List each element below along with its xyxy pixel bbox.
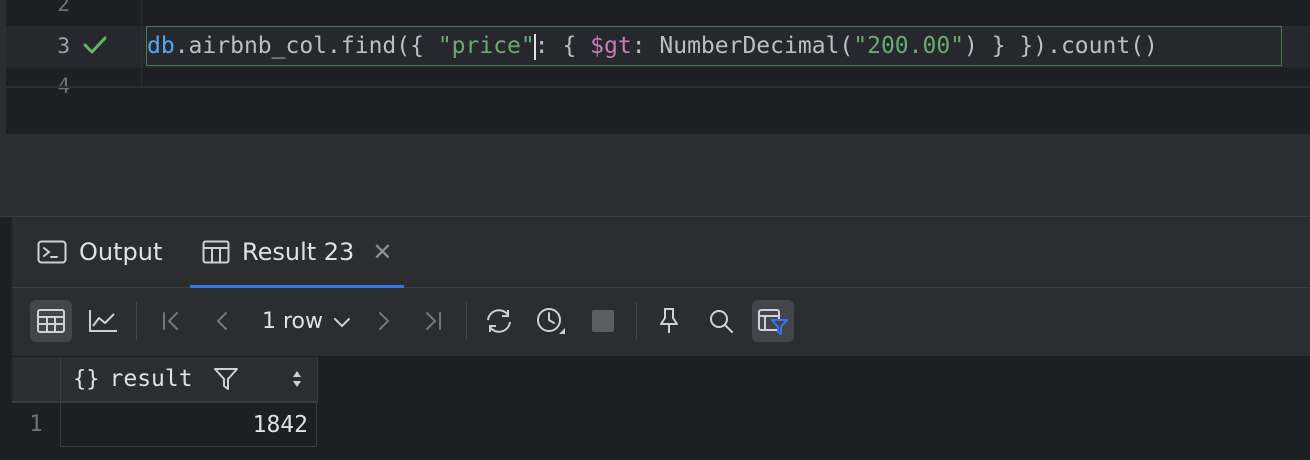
code-token-string: "200.00" <box>853 33 965 59</box>
search-icon[interactable] <box>700 300 742 342</box>
history-clock-icon[interactable] <box>530 300 572 342</box>
code-token-operator: $gt <box>590 33 632 59</box>
page-size-dropdown[interactable]: 1 row <box>262 300 351 342</box>
next-page-button[interactable] <box>362 300 404 342</box>
previous-page-button[interactable] <box>202 300 244 342</box>
checkmark-icon <box>82 32 108 58</box>
close-icon[interactable]: ✕ <box>372 238 392 266</box>
filter-panel-toggle-button[interactable] <box>752 300 794 342</box>
toolbar-separator <box>636 302 637 340</box>
last-page-button[interactable] <box>412 300 454 342</box>
grid-corner <box>12 357 61 401</box>
code-token-db: db <box>147 33 175 59</box>
column-header-result[interactable]: {} result <box>61 357 318 401</box>
tab-label: Output <box>79 238 163 266</box>
code-token: ) } }).count() <box>964 33 1158 59</box>
first-page-button[interactable] <box>150 300 192 342</box>
code-token: : NumberDecimal( <box>631 33 854 59</box>
object-braces-icon: {} <box>73 366 100 392</box>
editor-empty-area <box>0 134 1310 216</box>
sort-icon[interactable] <box>291 369 303 389</box>
tab-result-23[interactable]: Result 23 ✕ <box>190 217 405 288</box>
rows-count-label: 1 row <box>262 308 324 334</box>
gutter-separator <box>141 0 142 88</box>
refresh-button[interactable] <box>478 300 520 342</box>
tab-label: Result 23 <box>242 238 355 266</box>
editor-bottom-border <box>6 86 1310 88</box>
code-editor[interactable]: 2 3 4 db.airbnb_col.find({ "price": { $g… <box>0 0 1310 134</box>
filter-icon[interactable] <box>213 366 239 392</box>
column-header-label: result <box>109 366 193 392</box>
line-number-current: 3 <box>57 34 70 58</box>
code-token-string: "price" <box>437 33 535 59</box>
tab-output[interactable]: Output <box>37 217 162 287</box>
table-icon <box>202 240 230 264</box>
editor-gutter: 2 3 4 <box>6 0 142 98</box>
console-icon <box>37 240 67 264</box>
table-view-button[interactable] <box>30 300 72 342</box>
code-line-statement[interactable]: db.airbnb_col.find({ "price": { $gt: Num… <box>146 26 1282 66</box>
panel-tab-bar: Output Result 23 ✕ <box>12 217 1310 288</box>
services-panel: Output Result 23 ✕ 1 row {} result 1 184… <box>0 217 1310 460</box>
code-token: : { <box>534 33 591 59</box>
result-grid: {} result 1 1842 <box>12 357 1310 460</box>
toolbar-separator <box>466 302 467 340</box>
pin-icon[interactable] <box>648 300 690 342</box>
code-token: .airbnb_col.find({ <box>174 33 438 59</box>
stop-button[interactable] <box>582 300 624 342</box>
table-cell[interactable]: 1842 <box>61 403 317 447</box>
line-number: 2 <box>57 0 70 16</box>
panel-left-strip <box>0 217 12 460</box>
chevron-down-icon <box>323 309 351 334</box>
chart-view-button[interactable] <box>82 300 124 342</box>
result-toolbar: 1 row <box>12 288 1310 357</box>
row-number[interactable]: 1 <box>12 403 61 447</box>
toolbar-separator <box>136 302 137 340</box>
